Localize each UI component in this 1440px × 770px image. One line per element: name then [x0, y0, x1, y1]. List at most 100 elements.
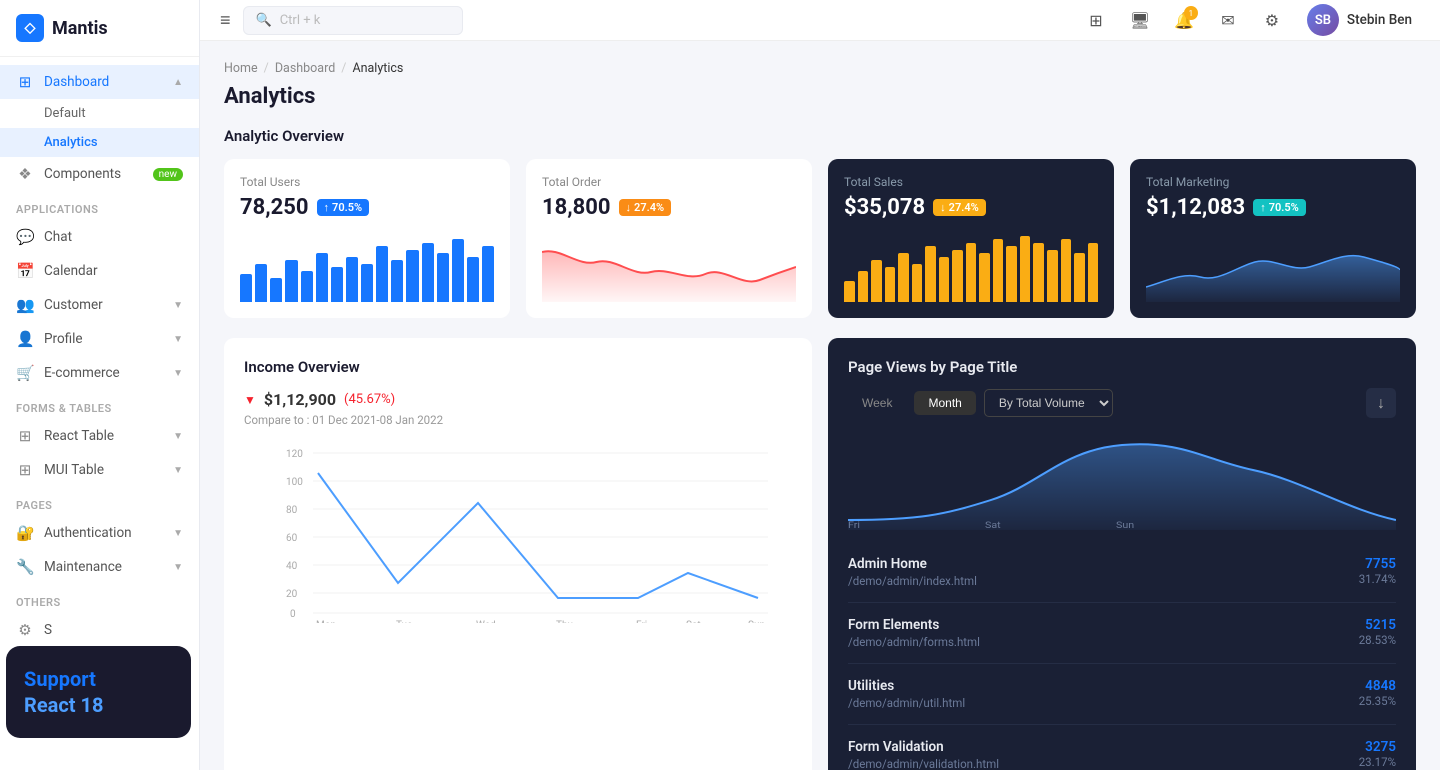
sidebar-item-dashboard[interactable]: ⊞ Dashboard ▲ — [0, 65, 199, 99]
chevron-icon-3: ▼ — [173, 368, 183, 379]
pv-stats-4: 3275 23.17% — [1359, 739, 1396, 769]
sidebar-item-ecommerce[interactable]: 🛒 E-commerce ▼ — [0, 356, 199, 390]
page-views-list: Admin Home /demo/admin/index.html 7755 3… — [848, 542, 1396, 770]
week-button[interactable]: Week — [848, 391, 906, 415]
theme-button[interactable]: 🖥 — [1123, 3, 1157, 37]
sidebar-item-analytics[interactable]: Analytics — [0, 128, 199, 157]
download-button[interactable]: ↓ — [1366, 388, 1396, 418]
section-others: Others — [0, 584, 199, 613]
svg-text:Sat: Sat — [686, 620, 701, 623]
app-name: Mantis — [52, 18, 108, 39]
income-pct: (45.67%) — [344, 392, 395, 407]
income-compare: Compare to : 01 Dec 2021-08 Jan 2022 — [244, 413, 792, 427]
pv-info: Admin Home /demo/admin/index.html — [848, 556, 1359, 588]
chevron-icon-4: ▼ — [173, 431, 183, 442]
sidebar-item-mui-table[interactable]: ⊞ MUI Table ▼ — [0, 453, 199, 487]
mini-chart-sales — [844, 232, 1098, 302]
svg-text:Mon: Mon — [316, 620, 336, 623]
stat-badge-order: ↓ 27.4% — [619, 199, 672, 216]
auth-label: Authentication — [44, 525, 132, 541]
svg-text:Sun: Sun — [1116, 521, 1134, 530]
sidebar: ◇ Mantis ⊞ Dashboard ▲ Default Analytics… — [0, 0, 200, 770]
stat-card-order: Total Order 18,800 ↓ 27.4% — [526, 159, 812, 318]
maintenance-label: Maintenance — [44, 559, 122, 575]
sidebar-logo[interactable]: ◇ Mantis — [0, 0, 199, 57]
components-icon: ❖ — [16, 165, 34, 183]
svg-text:Tue: Tue — [396, 620, 412, 623]
bar — [316, 253, 328, 302]
sidebar-item-customer[interactable]: 👥 Customer ▼ — [0, 288, 199, 322]
bar — [391, 260, 403, 302]
trend-down-icon: ▼ — [244, 393, 256, 407]
profile-icon: 👤 — [16, 330, 34, 348]
search-input[interactable]: 🔍 Ctrl + k — [243, 6, 463, 35]
sidebar-item-components[interactable]: ❖ Components new — [0, 157, 199, 191]
customer-icon: 👥 — [16, 296, 34, 314]
page-views-card: Page Views by Page Title Week Month By T… — [828, 338, 1416, 770]
notification-button[interactable]: 🔔 1 — [1167, 3, 1201, 37]
mui-table-icon: ⊞ — [16, 461, 34, 479]
react-table-icon: ⊞ — [16, 427, 34, 445]
section-applications: Applications — [0, 191, 199, 220]
svg-text:Fri: Fri — [848, 521, 860, 530]
month-button[interactable]: Month — [914, 391, 975, 415]
area-chart-svg — [542, 232, 796, 302]
volume-select[interactable]: By Total Volume — [984, 389, 1113, 417]
sidebar-item-calendar[interactable]: 📅 Calendar — [0, 254, 199, 288]
sidebar-item-react-table[interactable]: ⊞ React Table ▼ — [0, 419, 199, 453]
support-popup-text: Support React 18 — [24, 666, 173, 718]
stat-badge-users: ↑ 70.5% — [317, 199, 370, 216]
apps-button[interactable]: ⊞ — [1079, 3, 1113, 37]
main-content: ≡ 🔍 Ctrl + k ⊞ 🖥 🔔 1 ✉ ⚙ SB Stebin Ben H… — [200, 0, 1440, 770]
pv-stats-2: 5215 28.53% — [1359, 617, 1396, 647]
ecommerce-label: E-commerce — [44, 365, 120, 381]
settings-button[interactable]: ⚙ — [1255, 3, 1289, 37]
income-stat: ▼ $1,12,900 (45.67%) — [244, 390, 792, 409]
page-view-item-4: Form Validation /demo/admin/validation.h… — [848, 725, 1396, 770]
support-popup[interactable]: Support React 18 — [6, 646, 191, 738]
page-view-item-1: Admin Home /demo/admin/index.html 7755 3… — [848, 542, 1396, 603]
mini-area-marketing — [1146, 232, 1400, 302]
settings-label: S — [44, 622, 52, 638]
sidebar-item-default[interactable]: Default — [0, 99, 199, 128]
chevron-icon-2: ▼ — [173, 334, 183, 345]
bar — [361, 264, 373, 303]
sidebar-item-maintenance[interactable]: 🔧 Maintenance ▼ — [0, 550, 199, 584]
chat-label: Chat — [44, 229, 72, 245]
topbar: ≡ 🔍 Ctrl + k ⊞ 🖥 🔔 1 ✉ ⚙ SB Stebin Ben — [200, 0, 1440, 41]
chevron-icon-5: ▼ — [173, 465, 183, 476]
bar — [1061, 239, 1072, 302]
bar — [1020, 236, 1031, 303]
sidebar-item-settings[interactable]: ⚙ S — [0, 613, 199, 647]
settings-icon: ⚙ — [16, 621, 34, 639]
notification-badge: 1 — [1184, 6, 1198, 20]
hamburger-button[interactable]: ≡ — [220, 10, 231, 31]
svg-text:Thu: Thu — [556, 620, 573, 623]
page-views-title: Page Views by Page Title — [848, 358, 1017, 376]
breadcrumb-current: Analytics — [352, 61, 403, 76]
chevron-up-icon: ▲ — [173, 77, 183, 88]
bar — [285, 260, 297, 302]
bar — [939, 257, 950, 303]
sidebar-item-chat[interactable]: 💬 Chat — [0, 220, 199, 254]
sidebar-item-authentication[interactable]: 🔐 Authentication ▼ — [0, 516, 199, 550]
pv-stats-3: 4848 25.35% — [1359, 678, 1396, 708]
mail-button[interactable]: ✉ — [1211, 3, 1245, 37]
page-content: Home / Dashboard / Analytics Analytics A… — [200, 41, 1440, 770]
components-badge: new — [153, 168, 183, 181]
breadcrumb-home[interactable]: Home — [224, 61, 258, 76]
stat-label-sales: Total Sales — [844, 175, 1098, 189]
income-overview-card: Income Overview ▼ $1,12,900 (45.67%) Com… — [224, 338, 812, 770]
bar — [482, 246, 494, 302]
sidebar-item-profile[interactable]: 👤 Profile ▼ — [0, 322, 199, 356]
income-title: Income Overview — [244, 358, 792, 376]
user-avatar[interactable]: SB Stebin Ben — [1299, 0, 1420, 40]
bar — [376, 246, 388, 302]
bar — [270, 278, 282, 303]
dark-area-chart: Fri Sat Sun — [848, 430, 1396, 530]
breadcrumb-dashboard[interactable]: Dashboard — [275, 61, 335, 76]
svg-text:60: 60 — [286, 533, 298, 544]
bar — [467, 257, 479, 303]
stat-label-users: Total Users — [240, 175, 494, 189]
mini-area-order — [542, 232, 796, 302]
